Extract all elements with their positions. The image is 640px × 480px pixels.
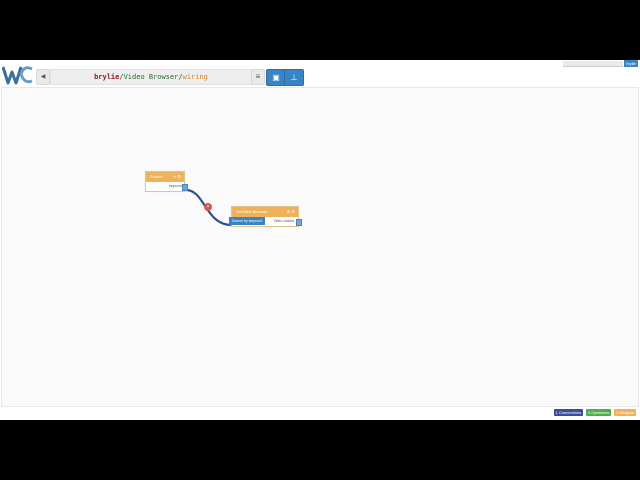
chevron-left-icon: ◀ — [40, 74, 46, 80]
wirecloud-app: ◀ brylie/Video Browser/wiring ≡ ▣ ⊥ bryl… — [0, 60, 640, 420]
endpoint-label: keyword — [168, 184, 182, 188]
menu-icon: ≡ — [255, 72, 261, 81]
widget-youtube-browser[interactable]: YouTube Browser ☰ ⚙ Search by keyword Vi… — [229, 206, 302, 227]
components-icon: ▣ — [272, 73, 280, 82]
breadcrumb-user[interactable]: brylie — [94, 73, 119, 81]
widget-title: Search — [150, 174, 163, 179]
widget-title: YouTube Browser — [236, 209, 268, 214]
wirecloud-logo[interactable] — [2, 64, 34, 86]
widget-header[interactable]: Search ✏ ⚙ — [146, 172, 184, 182]
remove-connection-icon[interactable]: × — [204, 203, 212, 211]
wiring-canvas[interactable] — [1, 87, 639, 407]
header-bar: ◀ brylie/Video Browser/wiring ≡ ▣ ⊥ bryl… — [0, 60, 640, 88]
widget-actions-icon[interactable]: ✏ ⚙ — [173, 172, 181, 182]
widget-actions-icon[interactable]: ☰ ⚙ — [287, 207, 295, 217]
user-badge[interactable]: brylie — [624, 60, 638, 67]
widget-search[interactable]: Search ✏ ⚙ keyword — [145, 171, 188, 192]
layout-button[interactable]: ⊥ — [284, 69, 304, 86]
endpoint-label: Video clicked — [273, 219, 294, 223]
status-bar: 1 Connections 0 Operators 2 Widgets — [553, 409, 636, 416]
endpoint-row: keyword — [146, 182, 188, 191]
menu-button[interactable]: ≡ — [251, 69, 265, 85]
widgets-badge: 2 Widgets — [614, 409, 636, 416]
input-endpoint[interactable]: Search by keyword — [229, 217, 265, 225]
breadcrumb-view: wiring — [182, 73, 208, 81]
operators-badge: 0 Operators — [586, 409, 612, 416]
breadcrumb: brylie/Video Browser/wiring — [50, 69, 252, 85]
connections-badge: 1 Connections — [553, 409, 584, 416]
sitemap-icon: ⊥ — [290, 73, 298, 82]
components-button[interactable]: ▣ — [266, 69, 286, 86]
breadcrumb-workspace[interactable]: Video Browser — [124, 73, 179, 81]
user-menu-field[interactable] — [563, 61, 623, 67]
endpoint-row: Search by keyword Video clicked — [229, 217, 302, 226]
widget-header[interactable]: YouTube Browser ☰ ⚙ — [232, 207, 298, 217]
output-endpoint[interactable] — [296, 219, 302, 226]
back-button[interactable]: ◀ — [36, 69, 50, 85]
output-endpoint[interactable] — [182, 184, 188, 191]
